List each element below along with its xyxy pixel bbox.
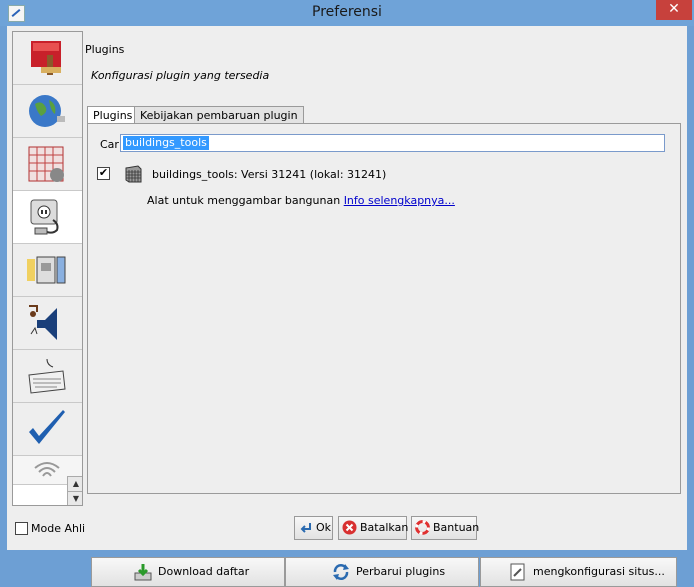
search-value: buildings_tools [123, 136, 209, 150]
plugin-info-link[interactable]: Info selengkapnya... [344, 194, 455, 207]
ok-button[interactable]: Ok [294, 516, 333, 540]
sidebar-item-shortcuts[interactable] [13, 350, 82, 403]
plugins-panel: Cari: buildings_tools ✔ buildings_tools:… [87, 123, 681, 587]
cancel-icon [342, 520, 357, 535]
plugin-description: Alat untuk menggambar bangunan Info sele… [147, 194, 455, 207]
window-title: Preferensi [312, 4, 382, 20]
remote-control-icon [34, 462, 60, 477]
download-list-label: Download daftar [158, 565, 250, 578]
configure-icon [510, 563, 525, 581]
update-plugins-button[interactable]: Perbarui plugins [285, 557, 479, 587]
sidebar-scroll-up[interactable]: ▲ [67, 476, 82, 492]
connection-settings-icon [29, 95, 65, 127]
building-icon [125, 165, 142, 183]
plugin-checkbox[interactable]: ✔ [97, 167, 110, 180]
help-button[interactable]: Bantuan [411, 516, 480, 540]
title-bar: Preferensi ✕ [0, 0, 694, 26]
sidebar-item-connection[interactable] [13, 85, 82, 138]
refresh-icon [333, 564, 349, 580]
help-label: Bantuan [433, 521, 480, 534]
lifebuoy-help-icon [415, 520, 430, 535]
plugin-icon [30, 199, 59, 235]
sidebar-item-plugins[interactable] [13, 191, 82, 244]
pane-subtitle: Konfigurasi plugin yang tersedia [91, 69, 270, 82]
sidebar-item-projection[interactable] [13, 138, 82, 191]
files-settings-icon [27, 256, 66, 284]
sidebar-item-validator[interactable] [13, 403, 82, 456]
plugin-description-text: Alat untuk menggambar bangunan [147, 194, 341, 207]
shortcuts-keyboard-icon [28, 358, 66, 394]
display-settings-icon [31, 41, 61, 75]
plugin-title: buildings_tools: Versi 31241 (lokal: 312… [152, 168, 387, 181]
sidebar-scroll-down[interactable]: ▼ [67, 491, 82, 505]
download-icon [134, 564, 152, 581]
validator-checkmark-icon [29, 410, 65, 444]
cancel-button[interactable]: Batalkan [338, 516, 409, 540]
preferences-sidebar: ▲ ▼ [12, 31, 83, 506]
tab-update-policy[interactable]: Kebijakan pembaruan plugin [134, 106, 304, 124]
update-plugins-label: Perbarui plugins [356, 565, 446, 578]
preferences-dialog: ▲ ▼ Plugins Konfigurasi plugin yang ters… [7, 26, 687, 587]
configure-sites-button[interactable]: mengkonfigurasi situs... [480, 557, 677, 587]
download-list-button[interactable]: Download daftar [91, 557, 285, 587]
close-button[interactable]: ✕ [656, 0, 692, 20]
audio-settings-icon [29, 305, 57, 340]
ok-arrow-icon [300, 523, 311, 533]
search-input[interactable]: buildings_tools [120, 134, 665, 152]
sidebar-item-audio[interactable] [13, 297, 82, 350]
sidebar-item-display[interactable] [13, 32, 82, 85]
ok-label: Ok [316, 521, 332, 534]
pane-title: Plugins [85, 43, 125, 56]
map-projection-icon [28, 146, 64, 182]
expert-mode-checkbox[interactable] [15, 522, 28, 535]
expert-mode-label: Mode Ahli [31, 522, 86, 535]
sidebar-item-files[interactable] [13, 244, 82, 297]
configure-sites-label: mengkonfigurasi situs... [533, 565, 665, 578]
cancel-label: Batalkan [360, 521, 409, 534]
